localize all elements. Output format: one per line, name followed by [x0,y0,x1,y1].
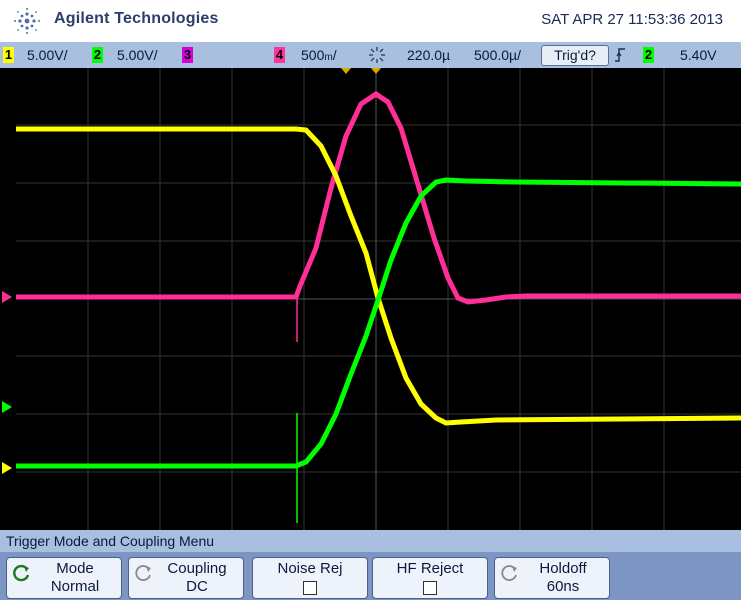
noise-reject-checkbox[interactable] [303,581,317,595]
mode-label: Mode [56,560,94,577]
channel-1-ground-marker[interactable] [2,462,12,474]
channel-4-scale[interactable]: 500m/ [301,47,337,63]
hf-reject-label: HF Reject [396,560,464,577]
agilent-spark-logo [14,8,40,34]
waveform-display [16,68,741,530]
holdoff-label: Holdoff [539,560,587,577]
title-bar: Agilent Technologies SAT APR 27 11:53:36… [0,0,741,42]
mode-softkey[interactable]: Mode Normal [6,557,122,599]
trigger-source-number[interactable]: 2 [643,47,654,63]
coupling-softkey[interactable]: Coupling DC [128,557,244,599]
channel-3-number[interactable]: 3 [182,47,193,63]
coupling-value: DC [186,578,208,595]
hf-reject-softkey[interactable]: HF Reject [372,557,488,599]
holdoff-value: 60ns [546,578,580,595]
holdoff-softkey[interactable]: Holdoff 60ns [494,557,610,599]
coupling-label: Coupling [167,560,227,577]
ground-markers [2,291,12,474]
softkey-bar: Mode Normal Coupling DC Noise Rej HF Rej… [0,552,741,600]
channel-4-ground-marker[interactable] [2,291,12,303]
channel-1-scale[interactable]: 5.00V/ [27,47,67,63]
brand-name: Agilent Technologies [54,10,219,27]
channel-4-number[interactable]: 4 [274,47,285,63]
menu-title-bar: Trigger Mode and Coupling Menu [0,530,741,552]
timebase-scale[interactable]: 500.0µ/ [474,47,521,63]
horizontal-delay-icon [369,47,385,63]
mode-value: Normal [50,578,100,595]
date-time: SAT APR 27 11:53:36 2013 [541,11,723,28]
channel-status-bar: 1 5.00V/ 2 5.00V/ 3 4 500m/ 220.0µ 500.0… [0,42,741,68]
hf-reject-checkbox[interactable] [423,581,437,595]
trigger-level-marker[interactable] [2,401,12,413]
channel-2-scale[interactable]: 5.00V/ [117,47,157,63]
rising-edge-icon [615,48,625,62]
noise-reject-label: Noise Rej [277,560,343,577]
trigger-status-button[interactable]: Trig'd? [541,45,609,66]
horizontal-delay[interactable]: 220.0µ [407,47,450,63]
channel-1-number[interactable]: 1 [3,47,14,63]
noise-reject-softkey[interactable]: Noise Rej [252,557,368,599]
menu-title: Trigger Mode and Coupling Menu [6,533,215,549]
trigger-level[interactable]: 5.40V [680,47,717,63]
channel-2-number[interactable]: 2 [92,47,103,63]
